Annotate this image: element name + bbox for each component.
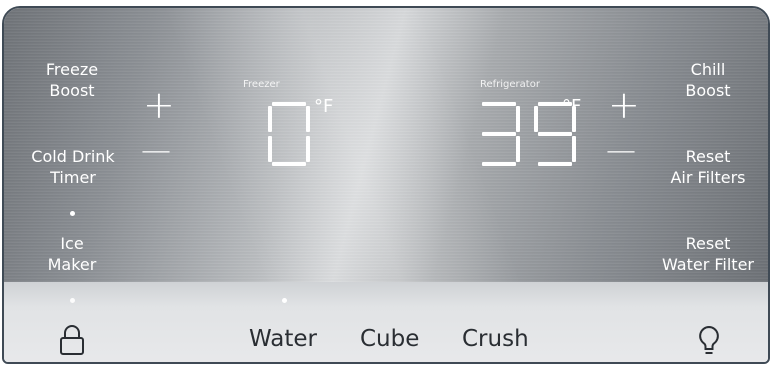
- light-bulb-icon[interactable]: [698, 325, 720, 361]
- freezer-minus-button[interactable]: —: [141, 132, 171, 170]
- chill-boost-button[interactable]: Chill Boost: [648, 59, 768, 101]
- cube-button[interactable]: Cube: [360, 326, 419, 352]
- refrigerator-plus-button[interactable]: +: [608, 86, 640, 124]
- control-panel: Freeze Boost Cold Drink Timer Ice Maker …: [2, 6, 770, 364]
- lock-icon[interactable]: [59, 323, 85, 357]
- ice-maker-button[interactable]: Ice Maker: [22, 233, 122, 275]
- refrigerator-minus-button[interactable]: —: [606, 132, 636, 170]
- refrigerator-label: Refrigerator: [480, 79, 540, 90]
- freezer-temperature-digits: [268, 102, 310, 166]
- freezer-unit: °F: [314, 96, 334, 117]
- water-button[interactable]: Water: [249, 326, 317, 352]
- ice-maker-indicator: [70, 211, 75, 216]
- freezer-label: Freezer: [243, 79, 280, 90]
- reset-water-filter-button[interactable]: Reset Water Filter: [648, 233, 768, 275]
- reset-air-filters-button[interactable]: Reset Air Filters: [648, 146, 768, 188]
- cold-drink-timer-button[interactable]: Cold Drink Timer: [18, 146, 128, 188]
- lock-indicator: [70, 298, 75, 303]
- crush-button[interactable]: Crush: [462, 326, 529, 352]
- refrigerator-unit: °F: [562, 96, 582, 117]
- water-indicator: [282, 298, 287, 303]
- freezer-plus-button[interactable]: +: [143, 86, 175, 124]
- freeze-boost-button[interactable]: Freeze Boost: [22, 59, 122, 101]
